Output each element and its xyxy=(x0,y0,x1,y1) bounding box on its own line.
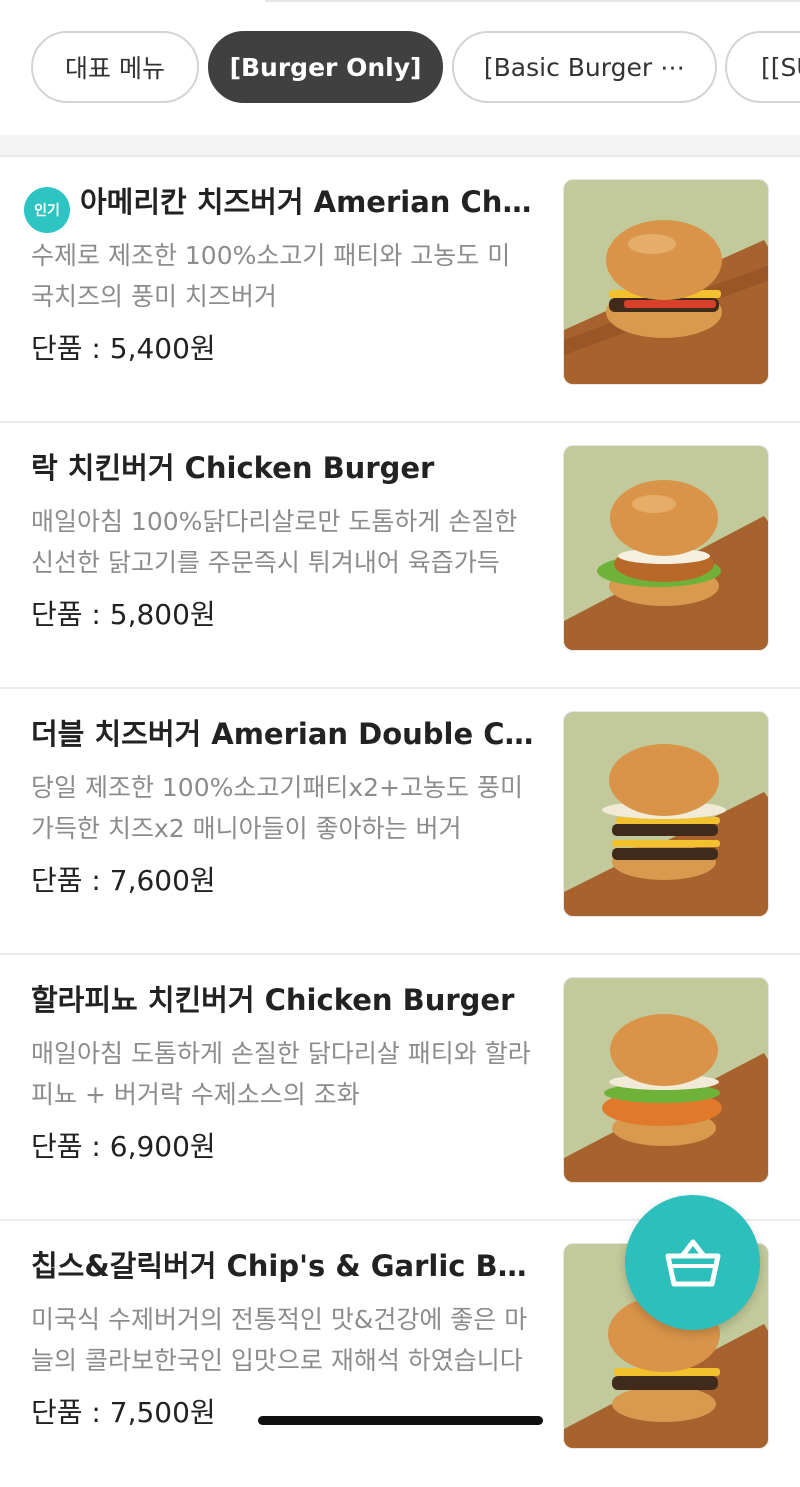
basket-icon xyxy=(665,1239,720,1286)
menu-item-description: 매일아침 도톰하게 손질한 닭다리살 패티와 할라피뇨 + 버거락 수제소스의 … xyxy=(31,1039,531,1109)
menu-item-description: 수제로 제조한 100%소고기 패티와 고농도 미국치즈의 풍미 치즈버거 xyxy=(31,241,511,311)
burger-photo xyxy=(563,977,769,1183)
menu-item-price: 단품 : 5,800원 xyxy=(31,598,216,631)
menu-item-title: 할라피뇨 치킨버거 Chicken Burger xyxy=(31,983,515,1017)
menu-item-description: 미국식 수제버거의 전통적인 맛&건강에 좋은 마늘의 콜라보한국인 입맛으로 … xyxy=(31,1305,528,1375)
menu-item-title: 아메리칸 치즈버거 Amerian Cheese Burger xyxy=(80,185,542,219)
menu-item[interactable]: 락 치킨버거 Chicken Burger 매일아침 100%닭다리살로만 도톰… xyxy=(0,423,800,689)
menu-item-price: 단품 : 5,400원 xyxy=(31,332,216,365)
tab-basic-burger[interactable]: [Basic Burger ⋯ xyxy=(452,31,717,103)
menu-item[interactable]: 더블 치즈버거 Amerian Double Cheese Burger 당일 … xyxy=(0,689,800,955)
menu-item-price: 단품 : 6,900원 xyxy=(31,1130,216,1163)
menu-item-price: 단품 : 7,500원 xyxy=(31,1396,216,1429)
category-tabs: 대표 메뉴 [Burger Only] [Basic Burger ⋯ [[SU xyxy=(0,0,800,135)
menu-item-description: 당일 제조한 100%소고기패티x2+고농도 풍미가득한 치즈x2 매니아들이 … xyxy=(31,773,523,843)
menu-item-price: 단품 : 7,600원 xyxy=(31,864,216,897)
menu-item-title: 락 치킨버거 Chicken Burger xyxy=(31,451,435,485)
menu-item-description: 매일아침 100%닭다리살로만 도톰하게 손질한 신선한 닭고기를 주문즉시 튀… xyxy=(31,507,518,577)
tab-burger-only[interactable]: [Burger Only] xyxy=(208,31,443,103)
burger-photo xyxy=(563,711,769,917)
burger-photo xyxy=(563,445,769,651)
menu-item[interactable]: 할라피뇨 치킨버거 Chicken Burger 매일아침 도톰하게 손질한 닭… xyxy=(0,955,800,1221)
menu-item-title: 칩스&갈릭버거 Chip's & Garlic Burger xyxy=(31,1249,541,1283)
tab-representative-menu[interactable]: 대표 메뉴 xyxy=(31,31,199,103)
popular-badge: 인기 xyxy=(24,187,70,233)
cart-button[interactable] xyxy=(625,1195,760,1330)
burger-photo xyxy=(563,179,769,385)
menu-item[interactable]: 인기 아메리칸 치즈버거 Amerian Cheese Burger 수제로 제… xyxy=(0,157,800,423)
menu-item-title: 더블 치즈버거 Amerian Double Cheese Burger xyxy=(31,717,541,751)
section-gap xyxy=(0,135,800,157)
home-indicator xyxy=(258,1416,543,1425)
tab-su[interactable]: [[SU xyxy=(725,31,800,103)
